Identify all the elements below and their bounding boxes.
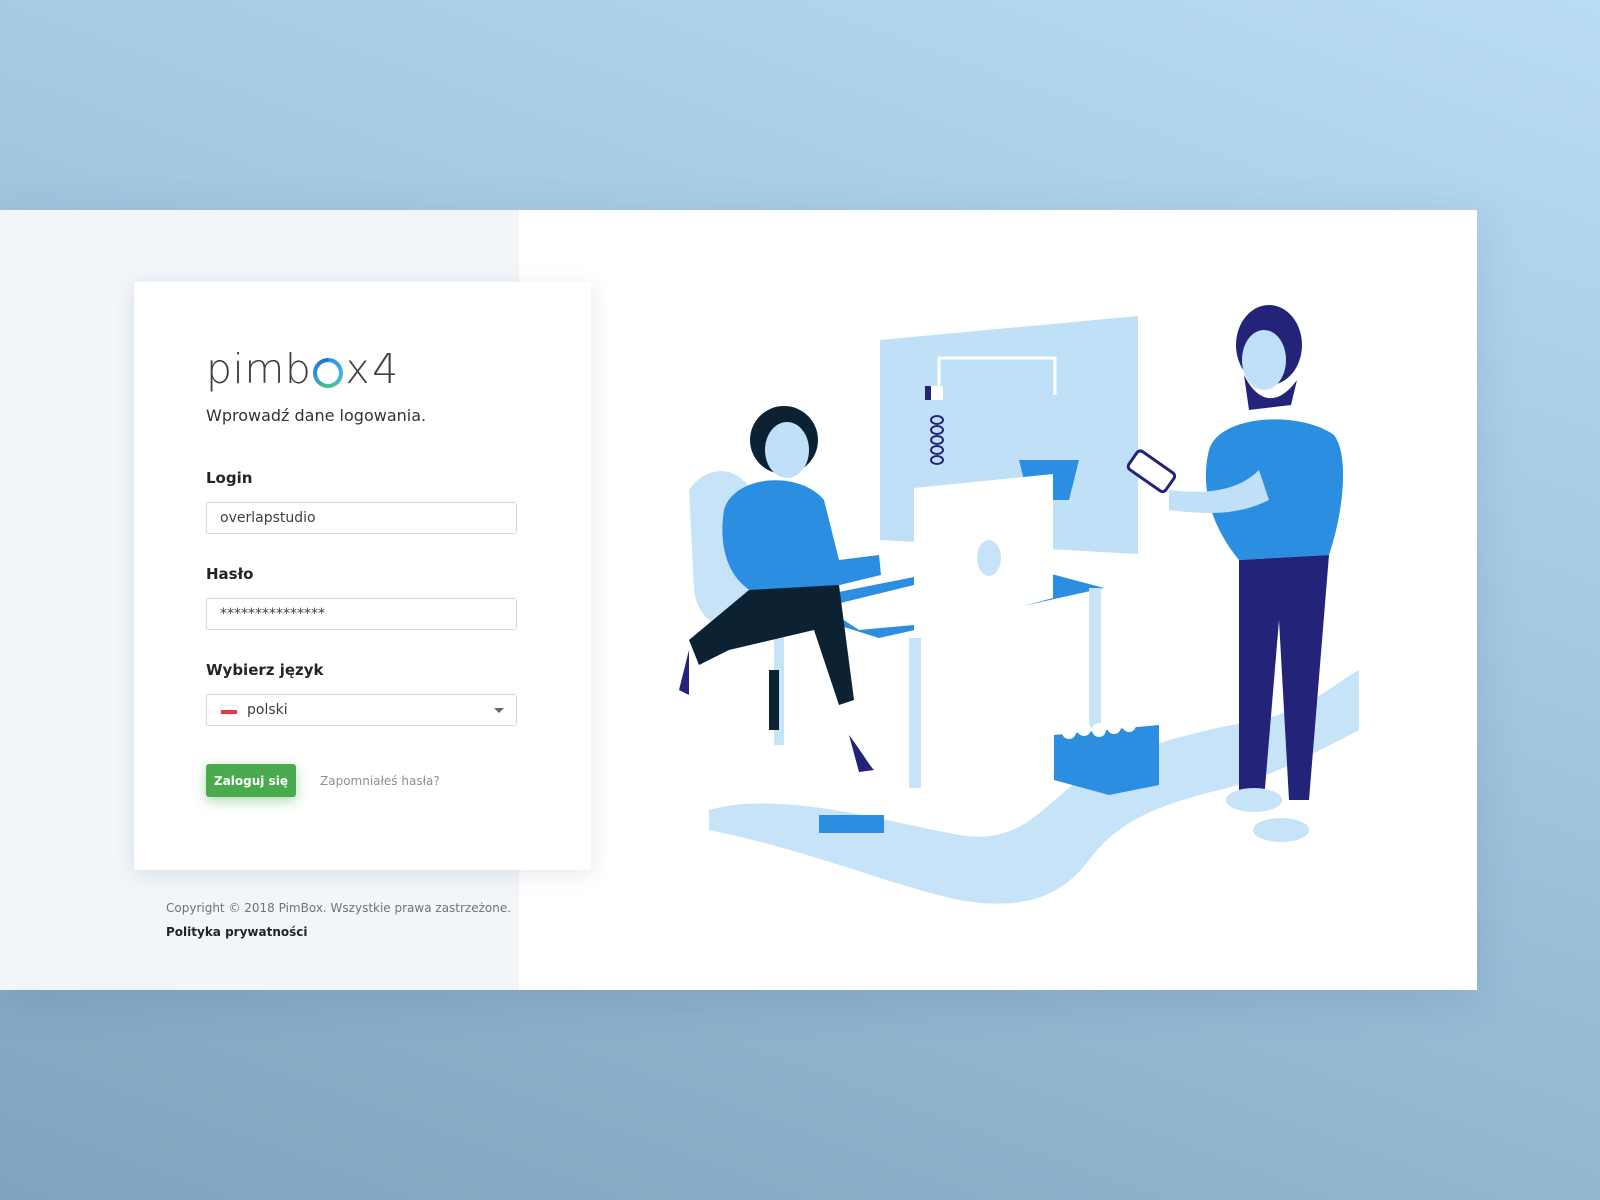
privacy-policy-link[interactable]: Polityka prywatności	[166, 925, 308, 939]
logo-text-suffix: x	[345, 345, 371, 393]
logo-ring-icon	[313, 358, 343, 388]
logo-text-prefix: pimb	[206, 345, 312, 393]
small-box	[819, 815, 884, 833]
password-label: Hasło	[206, 565, 254, 583]
language-label: Wybierz język	[206, 661, 324, 679]
login-window: pimb x 4 Wprowadź dane logowania. Login ov…	[0, 210, 1477, 990]
pear-logo	[977, 540, 1001, 576]
left-pane: pimb x 4 Wprowadź dane logowania. Login ov…	[0, 210, 591, 990]
login-input[interactable]: overlapstudio	[206, 502, 517, 534]
poland-flag-icon	[220, 705, 238, 715]
forgot-password-link[interactable]: Zapomniałeś hasła?	[320, 774, 440, 788]
chevron-down-icon[interactable]	[494, 708, 504, 713]
login-input-value: overlapstudio	[220, 510, 316, 526]
copyright-text: Copyright © 2018 PimBox. Wszystkie prawa…	[166, 901, 512, 915]
desk-leg	[909, 638, 921, 788]
language-select-value: polski	[247, 702, 288, 718]
login-subtitle: Wprowadź dane logowania.	[206, 406, 427, 425]
login-button[interactable]: Zaloguj się	[206, 764, 296, 797]
logo-version: 4	[372, 345, 399, 393]
login-label: Login	[206, 469, 253, 487]
office-illustration	[519, 210, 1477, 990]
password-input[interactable]: ***************	[206, 598, 517, 630]
pimbox-logo: pimb x 4	[206, 342, 398, 390]
password-input-value: ***************	[220, 606, 325, 622]
illustration-svg	[679, 305, 1359, 904]
woman-body	[722, 480, 881, 595]
language-select[interactable]: polski	[206, 694, 517, 726]
